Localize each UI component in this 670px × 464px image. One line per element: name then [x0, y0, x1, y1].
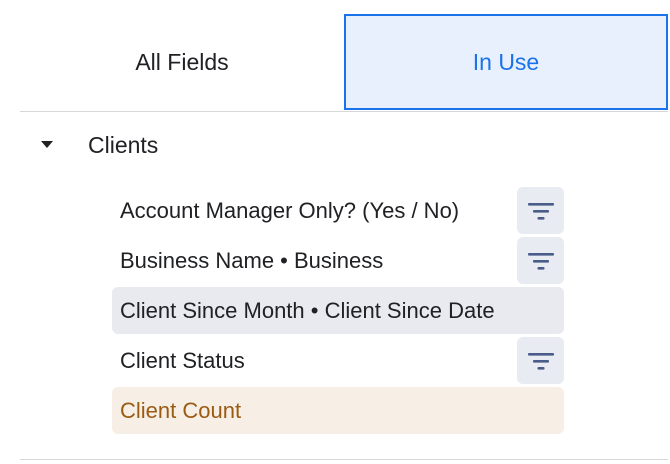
field-label: Client Status [120, 348, 245, 373]
field-item-client-count[interactable]: Client Count [112, 387, 564, 434]
group-header-clients[interactable]: Clients [20, 122, 580, 168]
field-picker-panel: All Fields In Use Clients Account Manage… [0, 0, 670, 464]
field-item-business-name[interactable]: Business Name • Business [112, 237, 564, 284]
field-item-client-status[interactable]: Client Status [112, 337, 564, 384]
caret-down-icon[interactable] [41, 141, 53, 148]
group-label: Clients [88, 132, 159, 158]
tab-all-fields[interactable]: All Fields [20, 14, 344, 110]
filter-icon [527, 352, 554, 370]
field-label: Client Since Month • Client Since Date [120, 298, 495, 323]
filter-button[interactable] [517, 187, 564, 234]
field-label: Business Name • Business [120, 248, 384, 273]
tab-in-use[interactable]: In Use [344, 14, 668, 110]
field-label: Client Count [120, 398, 242, 423]
divider [20, 459, 668, 460]
filter-button[interactable] [517, 237, 564, 284]
field-label: Account Manager Only? (Yes / No) [120, 198, 460, 223]
filter-icon [527, 202, 554, 220]
field-item-account-manager-only[interactable]: Account Manager Only? (Yes / No) [112, 187, 564, 234]
field-tabs: All Fields In Use [20, 14, 668, 112]
tab-all-fields-label: All Fields [135, 48, 229, 75]
tab-in-use-label: In Use [472, 48, 540, 75]
field-item-client-since-month[interactable]: Client Since Month • Client Since Date [112, 287, 564, 334]
filter-icon [527, 252, 554, 270]
filter-button[interactable] [517, 337, 564, 384]
